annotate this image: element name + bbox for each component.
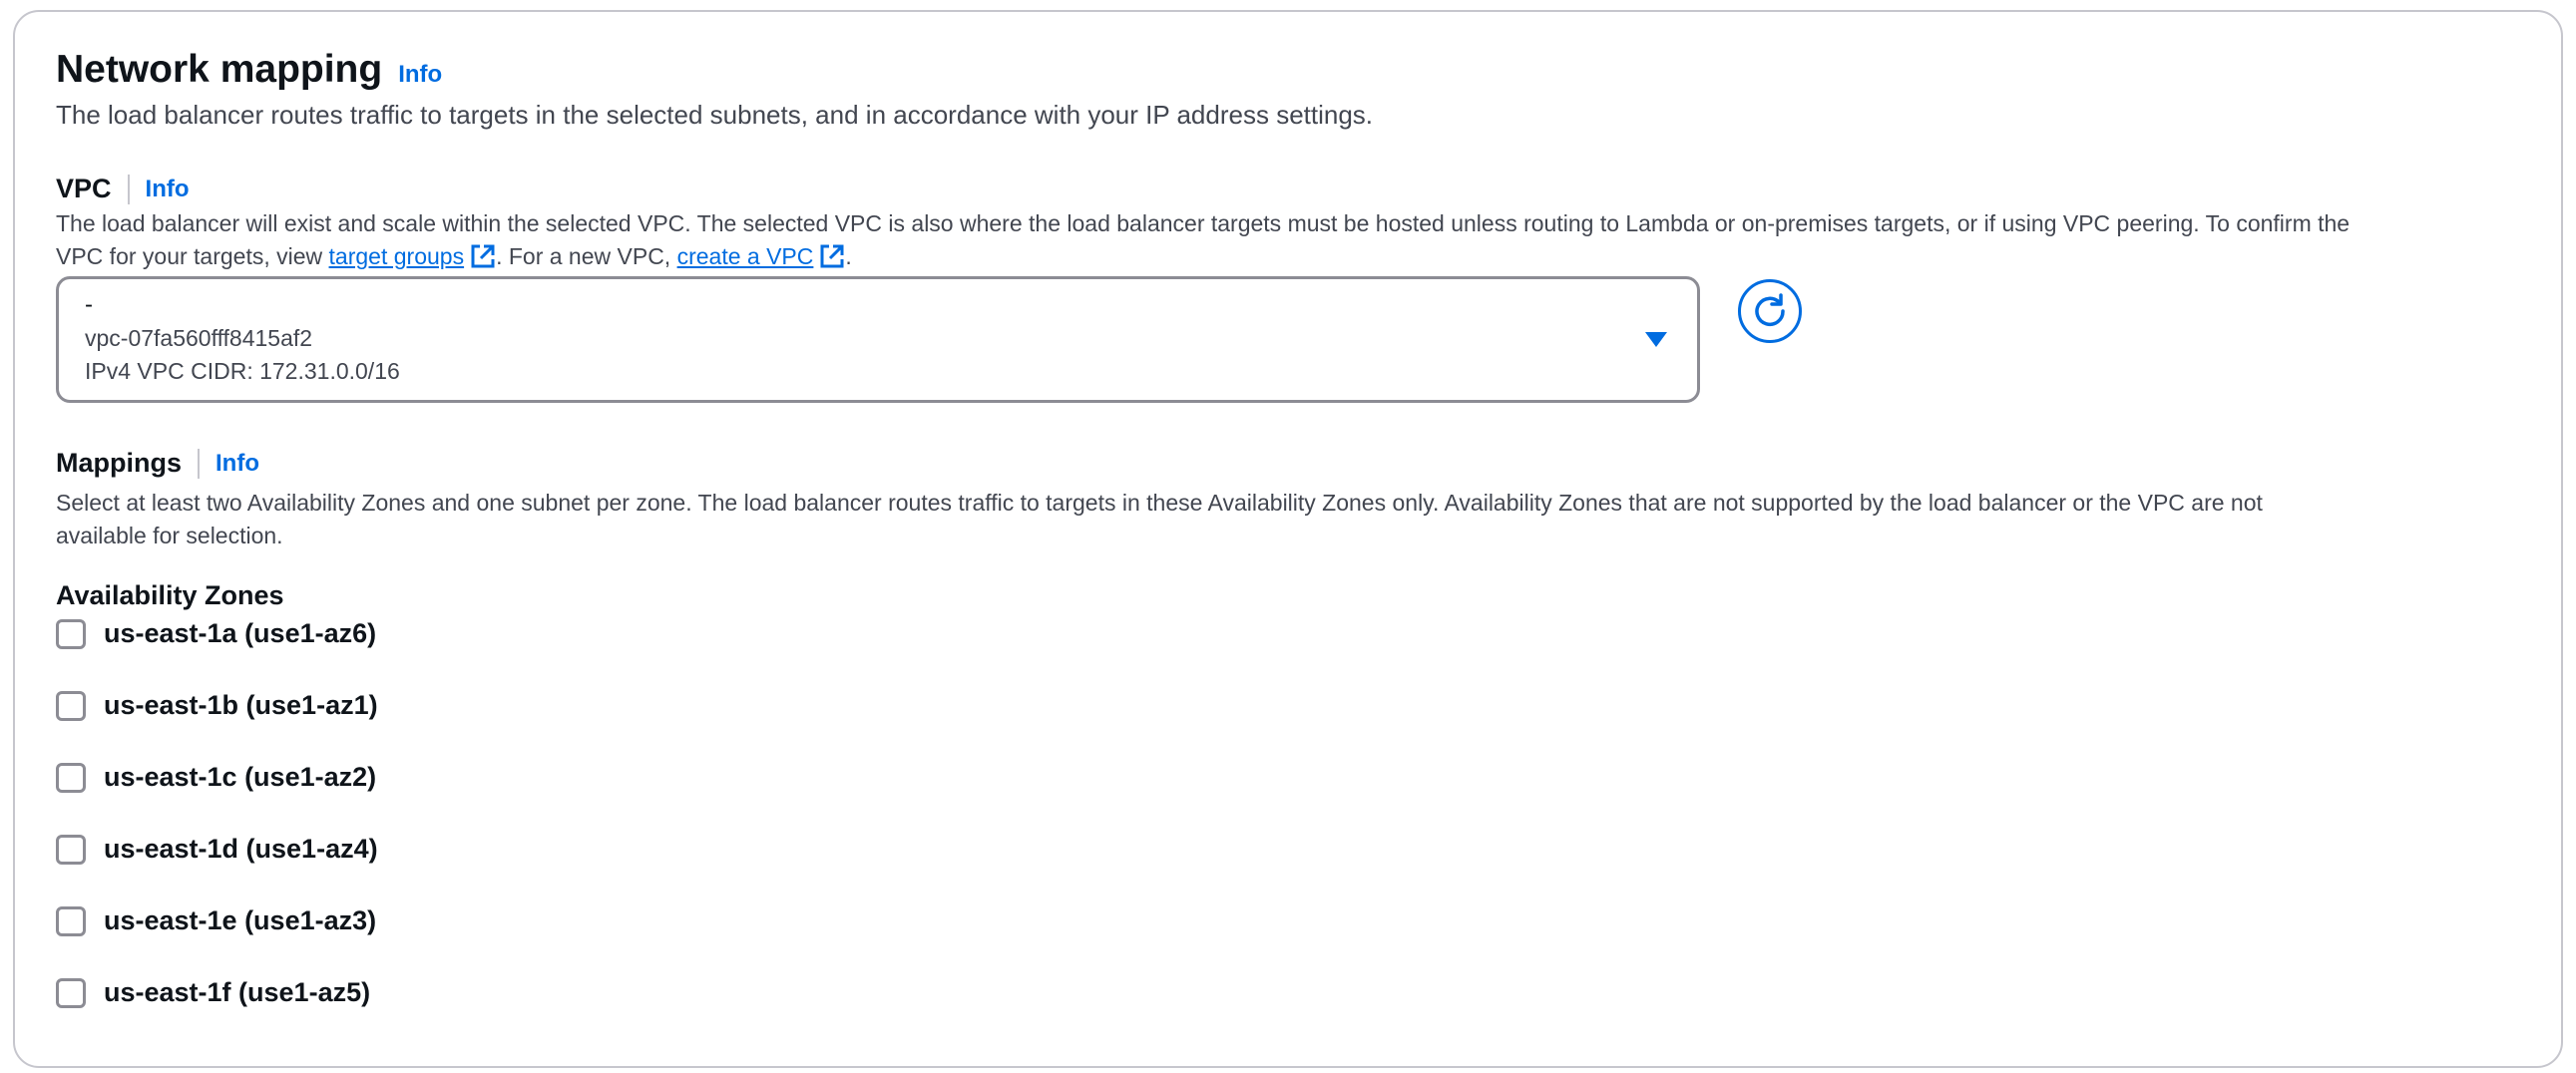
az-label: us-east-1a (use1-az6)	[104, 618, 377, 648]
target-groups-link-text: target groups	[328, 243, 465, 269]
section-header: Network mapping Info	[56, 48, 442, 92]
vpc-description-line1: The load balancer will exist and scale w…	[56, 210, 2351, 236]
az-checkbox[interactable]	[56, 834, 86, 865]
az-option[interactable]: us-east-1e (use1-az3)	[56, 905, 376, 936]
mappings-description-line2: available for selection.	[56, 523, 283, 548]
az-option[interactable]: us-east-1d (use1-az4)	[56, 834, 378, 865]
vpc-selected-name: -	[85, 291, 93, 318]
section-title: Network mapping	[56, 48, 383, 91]
external-link-icon	[471, 244, 495, 268]
section-info-link[interactable]: Info	[398, 61, 442, 89]
az-checkbox[interactable]	[56, 762, 86, 793]
vpc-desc-suffix: .	[845, 243, 852, 269]
network-mapping-panel: Network mapping Info The load balancer r…	[13, 10, 2563, 1068]
az-checkbox[interactable]	[56, 905, 86, 936]
az-option[interactable]: us-east-1c (use1-az2)	[56, 762, 376, 793]
vpc-select[interactable]: - vpc-07fa560fff8415af2 IPv4 VPC CIDR: 1…	[56, 276, 1700, 403]
external-link-icon	[820, 244, 844, 268]
create-vpc-link[interactable]: create a VPC	[677, 243, 846, 269]
az-option[interactable]: us-east-1b (use1-az1)	[56, 690, 378, 721]
vpc-info-link[interactable]: Info	[146, 176, 190, 203]
mappings-label-row: Mappings Info	[56, 448, 259, 479]
mappings-label: Mappings	[56, 448, 182, 478]
caret-down-icon	[1645, 332, 1667, 347]
az-checkbox[interactable]	[56, 690, 86, 721]
section-description: The load balancer routes traffic to targ…	[56, 100, 1374, 130]
az-heading: Availability Zones	[56, 580, 284, 610]
mappings-description-line1: Select at least two Availability Zones a…	[56, 490, 2263, 516]
az-checkbox[interactable]	[56, 618, 86, 649]
refresh-icon	[1755, 293, 1785, 327]
mappings-description: Select at least two Availability Zones a…	[56, 487, 2530, 552]
vpc-description: The load balancer will exist and scale w…	[56, 207, 2530, 273]
vpc-desc-middle: . For a new VPC,	[496, 243, 677, 269]
vpc-selected-cidr: IPv4 VPC CIDR: 172.31.0.0/16	[85, 358, 400, 384]
label-divider	[198, 448, 200, 479]
az-label: us-east-1f (use1-az5)	[104, 977, 371, 1007]
az-option[interactable]: us-east-1f (use1-az5)	[56, 977, 370, 1008]
az-option[interactable]: us-east-1a (use1-az6)	[56, 618, 376, 649]
az-label: us-east-1b (use1-az1)	[104, 690, 378, 720]
az-label: us-east-1d (use1-az4)	[104, 834, 378, 864]
refresh-vpc-button[interactable]	[1738, 279, 1802, 343]
target-groups-link[interactable]: target groups	[329, 243, 497, 269]
az-label: us-east-1c (use1-az2)	[104, 762, 377, 792]
label-divider	[127, 174, 130, 204]
az-label: us-east-1e (use1-az3)	[104, 905, 377, 935]
vpc-selected-id: vpc-07fa560fff8415af2	[85, 325, 313, 351]
vpc-label-row: VPC Info	[56, 174, 190, 204]
mappings-info-link[interactable]: Info	[215, 450, 259, 478]
vpc-desc-prefix: VPC for your targets, view	[56, 243, 329, 269]
create-vpc-link-text: create a VPC	[676, 243, 814, 269]
vpc-description-line2: VPC for your targets, view target groups…	[56, 240, 2530, 273]
vpc-label: VPC	[56, 174, 112, 203]
az-checkbox[interactable]	[56, 977, 86, 1008]
